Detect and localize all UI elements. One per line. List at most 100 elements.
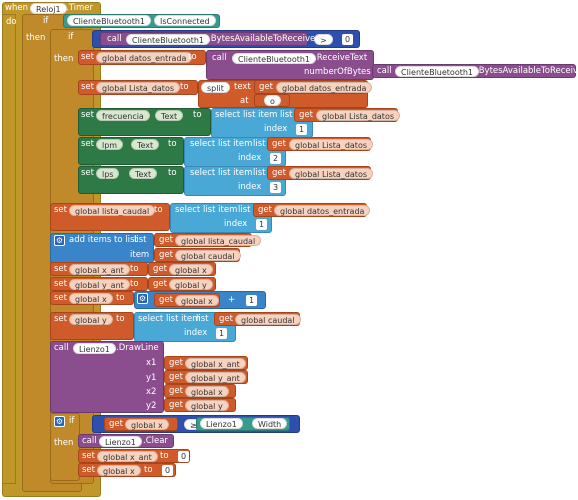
var-y-ant-get[interactable]: global y_ant <box>185 372 246 383</box>
set-label-3: set <box>81 110 94 120</box>
index-number-3[interactable]: 3 <box>270 182 281 193</box>
index-number-2[interactable]: 2 <box>270 153 281 164</box>
get-label-2: get <box>299 110 313 120</box>
bt-component-dropdown-4[interactable]: ClienteBluetooth1 <box>395 66 480 77</box>
call-label-5: call <box>82 436 97 446</box>
get-label-9: get <box>153 279 167 289</box>
var-lista-caudal-get[interactable]: global lista_caudal <box>175 235 262 246</box>
zero-number-2[interactable]: 0 <box>178 451 189 462</box>
list-label-2: list <box>253 139 266 149</box>
index-number-5[interactable]: 1 <box>216 328 227 339</box>
index-label-3: index <box>238 182 262 192</box>
select-list-item-label-5: select list item <box>138 314 201 324</box>
set-label-9: set <box>54 293 67 303</box>
gt-operator-dropdown[interactable]: > <box>314 34 333 45</box>
var-x-get-3[interactable]: global x <box>185 386 229 397</box>
if-label-outer: if <box>43 16 49 26</box>
drawline-method: .DrawLine <box>116 343 159 353</box>
call-label-1: call <box>107 34 122 44</box>
get-label-8: get <box>153 264 167 274</box>
var-lista-caudal-dropdown[interactable]: global lista_caudal <box>69 205 156 216</box>
get-label-10: get <box>159 295 173 305</box>
zero-number[interactable]: 0 <box>342 34 353 45</box>
var-x-ant-get[interactable]: global x_ant <box>185 358 246 369</box>
var-lista-datos-get-3[interactable]: global Lista_datos <box>289 168 374 179</box>
plus-operator: + <box>228 295 236 305</box>
var-lista-datos-dropdown[interactable]: global Lista_datos <box>96 82 181 93</box>
split-at-value[interactable]: o <box>264 95 281 106</box>
add-items-label: add items to list <box>69 235 138 245</box>
text-param-label: text <box>234 82 251 92</box>
var-x-ant-dropdown-2[interactable]: global x_ant <box>97 451 158 462</box>
mutator-gear-icon[interactable]: ⚙ <box>54 235 65 246</box>
text-prop-dropdown-1[interactable]: Text <box>155 110 184 121</box>
get-label-15: get <box>169 400 183 410</box>
get-label-7: get <box>159 250 173 260</box>
call-label-2: call <box>212 53 227 63</box>
bt-component-dropdown[interactable]: ClienteBluetooth1 <box>67 15 152 26</box>
var-datos-entrada-get[interactable]: global datos_entrada <box>276 82 373 93</box>
var-x-dropdown[interactable]: global x <box>69 293 113 304</box>
get-label-16: get <box>109 419 123 429</box>
get-label-12: get <box>169 358 183 368</box>
var-x-ant-dropdown[interactable]: global x_ant <box>69 264 130 275</box>
to-label-5: to <box>168 168 177 178</box>
add-one-number[interactable]: 1 <box>246 295 257 306</box>
call-label-4: call <box>54 343 69 353</box>
if-label-inner: if <box>68 32 74 42</box>
list-label-6: list <box>196 314 209 324</box>
var-y-get[interactable]: global y <box>169 279 213 290</box>
frecuencia-dropdown[interactable]: frecuencia <box>96 110 150 121</box>
var-x-get[interactable]: global x <box>169 264 213 275</box>
get-label-3: get <box>272 139 286 149</box>
var-y-ant-dropdown[interactable]: global y_ant <box>69 279 130 290</box>
canvas-component-dropdown-3[interactable]: Lienzo1 <box>99 436 142 447</box>
then-label-inner: then <box>54 54 74 64</box>
split-dropdown[interactable]: split <box>201 82 230 93</box>
lps-dropdown[interactable]: lps <box>96 168 120 179</box>
var-lista-datos-get-1[interactable]: global Lista_datos <box>316 110 401 121</box>
var-datos-entrada-dropdown[interactable]: global datos_entrada <box>96 52 193 63</box>
zero-number-3[interactable]: 0 <box>162 465 173 476</box>
select-list-item-label-2: select list item <box>190 139 253 149</box>
bt-component-dropdown-3[interactable]: ClienteBluetooth1 <box>232 53 317 64</box>
index-number-1[interactable]: 1 <box>296 124 307 135</box>
to-label-3: to <box>193 110 202 120</box>
var-x-get-4[interactable]: global x <box>125 419 169 430</box>
list-label-4: list <box>238 205 251 215</box>
to-label: to <box>188 52 197 62</box>
bt-component-dropdown-2[interactable]: ClienteBluetooth1 <box>126 34 211 45</box>
list-label-3: list <box>253 168 266 178</box>
canvas-component-dropdown[interactable]: Lienzo1 <box>73 343 116 354</box>
var-caudal-get-2[interactable]: global caudal <box>235 314 301 325</box>
canvas-component-dropdown-2[interactable]: Lienzo1 <box>200 418 243 429</box>
bytes-available-method-2: .BytesAvailableToReceive <box>476 66 578 76</box>
text-prop-dropdown-3[interactable]: Text <box>129 168 158 179</box>
timer-component-dropdown[interactable]: Reloj1 <box>30 3 67 14</box>
list-label-1: list <box>280 110 293 120</box>
isconnected-dropdown[interactable]: IsConnected <box>154 15 216 26</box>
var-datos-entrada-get-2[interactable]: global datos_entrada <box>274 205 371 216</box>
var-x-get-2[interactable]: global x <box>175 295 219 306</box>
get-label-14: get <box>169 386 183 396</box>
at-param-label: at <box>240 96 249 106</box>
set-label-12: set <box>82 465 95 475</box>
var-y-get-2[interactable]: global y <box>185 400 229 411</box>
text-prop-dropdown-2[interactable]: Text <box>131 139 160 150</box>
var-caudal-get[interactable]: global caudal <box>175 250 241 261</box>
to-label-4: to <box>168 139 177 149</box>
select-list-item-label-4: select list item <box>175 205 238 215</box>
to-label-6: to <box>154 205 163 215</box>
if-gear-icon[interactable]: ⚙ <box>54 416 65 427</box>
index-label-4: index <box>224 219 248 229</box>
do-section <box>2 14 16 484</box>
bytes-available-method: .BytesAvailableToReceive <box>208 34 316 44</box>
math-gear-icon[interactable]: ⚙ <box>137 293 148 304</box>
lpm-dropdown[interactable]: lpm <box>96 139 124 150</box>
index-number-4[interactable]: 1 <box>256 219 267 230</box>
var-lista-datos-get-2[interactable]: global Lista_datos <box>289 139 374 150</box>
var-x-dropdown-2[interactable]: global x <box>97 465 141 476</box>
select-list-item-label-1: select list item <box>215 110 278 120</box>
width-prop-dropdown[interactable]: Width <box>252 418 288 429</box>
var-y-dropdown[interactable]: global y <box>69 314 113 325</box>
